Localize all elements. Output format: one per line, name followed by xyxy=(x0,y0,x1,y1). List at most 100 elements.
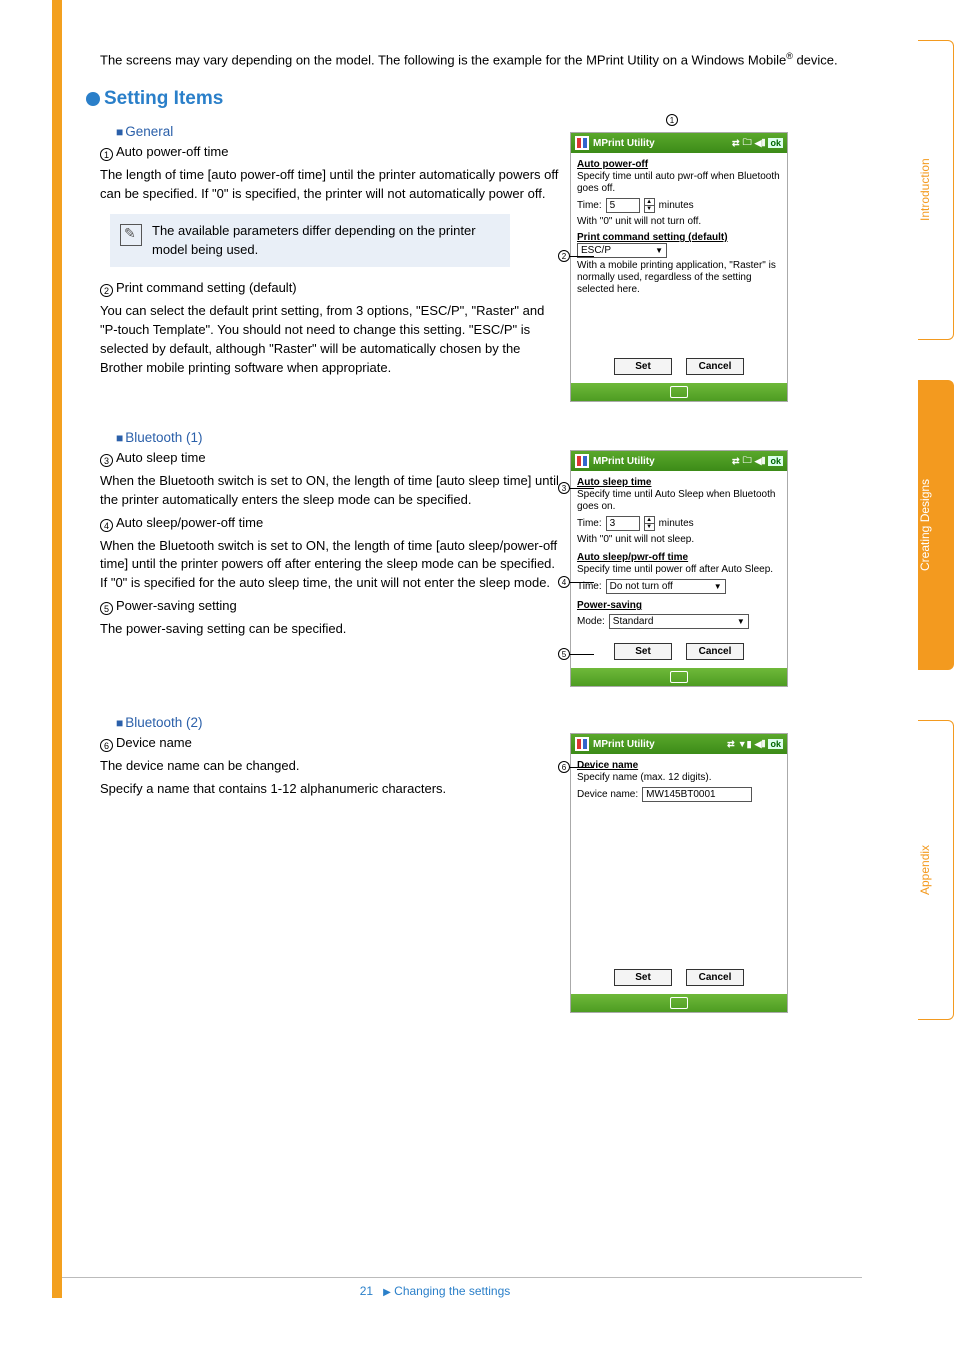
callout-line xyxy=(570,256,594,257)
speaker-icon: ◀⦀ xyxy=(755,456,766,467)
callout-line xyxy=(570,582,594,583)
item-2-body: You can select the default print setting… xyxy=(100,302,560,377)
ok-button[interactable]: ok xyxy=(768,739,783,749)
group-auto-sleep-time: Auto sleep time xyxy=(577,477,781,488)
square-bullet-icon: ■ xyxy=(116,125,123,139)
app-logo-icon xyxy=(575,737,589,751)
phone-mock-b: MPrint Utility ⇄ 🗀 ◀⦀ ok Auto sleep time… xyxy=(570,450,788,687)
connectivity-icon: ⇄ xyxy=(727,739,735,750)
circled-number-5: 5 xyxy=(100,602,113,615)
phone-b-titlebar: MPrint Utility ⇄ 🗀 ◀⦀ ok xyxy=(571,451,787,471)
tab-creating-designs[interactable]: Creating Designs xyxy=(918,380,954,670)
power-saving-mode-dropdown[interactable]: Standard▼ xyxy=(609,614,749,629)
callout-1: 1 xyxy=(666,114,678,126)
item-6-heading: 6Device name xyxy=(100,734,560,753)
item-1-heading: 1Auto power-off time xyxy=(100,143,560,162)
g4-desc: Specify time until power off after Auto … xyxy=(577,564,781,576)
keyboard-icon[interactable] xyxy=(670,671,688,683)
cancel-button[interactable]: Cancel xyxy=(686,969,744,986)
square-bullet-icon: ■ xyxy=(116,431,123,445)
circled-number-4: 4 xyxy=(100,519,113,532)
keyboard-icon[interactable] xyxy=(670,997,688,1009)
ok-button[interactable]: ok xyxy=(768,138,783,148)
phone-bottom-bar xyxy=(571,994,787,1012)
item-3-heading: 3Auto sleep time xyxy=(100,449,560,468)
phone-b-title: MPrint Utility xyxy=(593,456,655,467)
callout-5: 5 xyxy=(558,648,570,660)
signal-icon: ▼▮ xyxy=(738,739,752,750)
phone-mock-a: MPrint Utility ⇄ 🗀 ◀⦀ ok Auto power-off … xyxy=(570,132,788,402)
side-tabs: Introduction Creating Designs Appendix xyxy=(898,20,954,1320)
circled-number-2: 2 xyxy=(100,284,113,297)
time-label: Time: xyxy=(577,518,602,529)
callout-2: 2 xyxy=(558,250,570,262)
note-icon xyxy=(120,224,142,246)
group-print-command: Print command setting (default) xyxy=(577,232,781,243)
callout-6: 6 xyxy=(558,761,570,773)
g3-desc: Specify time until Auto Sleep when Bluet… xyxy=(577,489,781,513)
phone-c-title: MPrint Utility xyxy=(593,739,655,750)
page-number: 21 xyxy=(360,1284,373,1298)
tab-appendix[interactable]: Appendix xyxy=(918,720,954,1020)
reg-mark: ® xyxy=(786,51,793,61)
section-heading: Setting Items xyxy=(104,88,223,110)
circled-number-6: 6 xyxy=(100,739,113,752)
item-6-body-2: Specify a name that contains 1-12 alphan… xyxy=(100,780,560,799)
tab-introduction[interactable]: Introduction xyxy=(918,40,954,340)
footer-rule xyxy=(62,1277,862,1278)
subsection-bluetooth-1: ■Bluetooth (1) xyxy=(116,430,560,445)
g2-desc: With a mobile printing application, "Ras… xyxy=(577,260,781,296)
callout-3: 3 xyxy=(558,482,570,494)
intro-text: The screens may vary depending on the mo… xyxy=(100,52,786,67)
circled-number-3: 3 xyxy=(100,454,113,467)
time-label: Time: xyxy=(577,200,602,211)
time-unit: minutes xyxy=(659,518,694,529)
phone-bottom-bar xyxy=(571,383,787,401)
callout-4: 4 xyxy=(558,576,570,588)
time-unit: minutes xyxy=(659,200,694,211)
spinner[interactable]: ▲▼ xyxy=(644,198,655,213)
note-box: The available parameters differ dependin… xyxy=(110,214,510,268)
phone-mock-c: MPrint Utility ⇄ ▼▮ ◀⦀ ok Device name Sp… xyxy=(570,733,788,1013)
connectivity-icon: ⇄ xyxy=(732,138,740,149)
phone-bottom-bar xyxy=(571,668,787,686)
phone-a-titlebar: MPrint Utility ⇄ 🗀 ◀⦀ ok xyxy=(571,133,787,153)
connectivity-icon: ⇄ xyxy=(732,456,740,467)
item-4-body: When the Bluetooth switch is set to ON, … xyxy=(100,537,560,594)
set-button[interactable]: Set xyxy=(614,358,672,375)
device-name-label: Device name: xyxy=(577,789,638,800)
spinner[interactable]: ▲▼ xyxy=(644,516,655,531)
section-heading-row: Setting Items xyxy=(86,88,840,110)
g1-desc: Specify time until auto pwr-off when Blu… xyxy=(577,171,781,195)
auto-power-off-time-input[interactable] xyxy=(606,198,640,213)
cancel-button[interactable]: Cancel xyxy=(686,358,744,375)
pwr-off-time-dropdown[interactable]: Do not turn off▼ xyxy=(606,579,726,594)
callout-line xyxy=(570,654,594,655)
set-button[interactable]: Set xyxy=(614,643,672,660)
speaker-icon: ◀⦀ xyxy=(755,739,766,750)
item-5-body: The power-saving setting can be specifie… xyxy=(100,620,560,639)
footer-text: Changing the settings xyxy=(394,1284,510,1298)
folder-icon: 🗀 xyxy=(743,453,752,469)
triangle-icon: ▶ xyxy=(383,1287,391,1298)
device-name-input[interactable] xyxy=(642,787,752,802)
subsection-general: ■General xyxy=(116,124,560,139)
app-logo-icon xyxy=(575,454,589,468)
auto-sleep-time-input[interactable] xyxy=(606,516,640,531)
g3-note: With "0" unit will not sleep. xyxy=(577,534,781,546)
note-text: The available parameters differ dependin… xyxy=(152,222,500,260)
speaker-icon: ◀⦀ xyxy=(755,138,766,149)
page-footer: 21 ▶ Changing the settings xyxy=(0,1284,870,1298)
keyboard-icon[interactable] xyxy=(670,386,688,398)
mode-label: Mode: xyxy=(577,616,605,627)
g1-note: With "0" unit will not turn off. xyxy=(577,216,781,228)
set-button[interactable]: Set xyxy=(614,969,672,986)
g6-desc: Specify name (max. 12 digits). xyxy=(577,772,781,784)
cancel-button[interactable]: Cancel xyxy=(686,643,744,660)
ok-button[interactable]: ok xyxy=(768,456,783,466)
item-3-body: When the Bluetooth switch is set to ON, … xyxy=(100,472,560,510)
intro-text2: device. xyxy=(793,52,838,67)
intro-paragraph: The screens may vary depending on the mo… xyxy=(100,50,840,70)
subsection-bluetooth-2: ■Bluetooth (2) xyxy=(116,715,560,730)
bullet-dot-icon xyxy=(86,92,100,106)
